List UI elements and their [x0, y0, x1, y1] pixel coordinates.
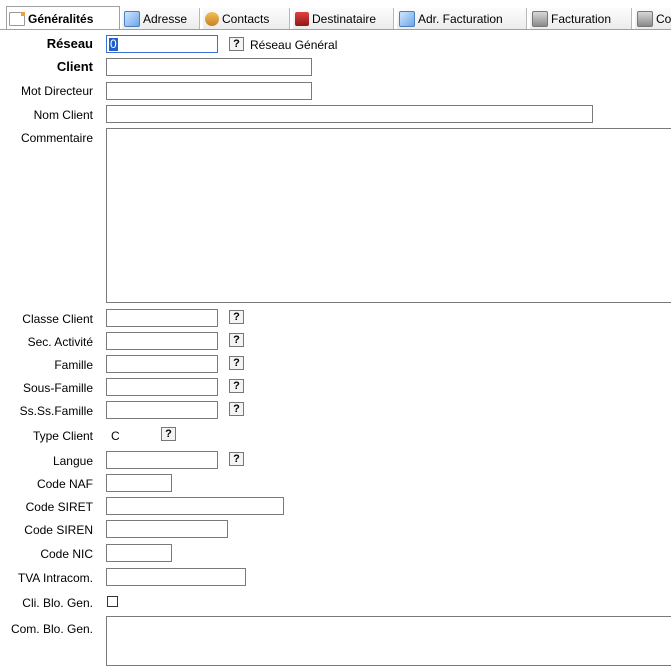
envelope-icon [124, 10, 140, 27]
client-label: Client [56, 59, 93, 74]
client-input[interactable] [106, 58, 312, 76]
envelope-icon [399, 10, 415, 27]
type-client-value: C [111, 429, 120, 443]
reseau-description: Réseau Général [250, 38, 338, 52]
tab-generalites[interactable]: Généralités [6, 6, 120, 30]
tva-intracom-label: TVA Intracom. [17, 571, 93, 585]
tab-destinataire[interactable]: Destinataire [293, 8, 394, 29]
commentaire-label: Commentaire [20, 131, 93, 145]
people-icon [205, 11, 219, 26]
calculator-icon [637, 10, 653, 27]
famille-input[interactable] [106, 355, 218, 373]
code-siret-label: Code SIRET [25, 500, 93, 514]
sec-activite-lookup-button[interactable]: ? [229, 333, 244, 347]
langue-label: Langue [52, 454, 93, 468]
tab-label: Généralités [28, 11, 94, 26]
nom-client-label: Nom Client [33, 108, 93, 122]
cli-blo-gen-label: Cli. Blo. Gen. [22, 596, 93, 610]
langue-lookup-button[interactable]: ? [229, 452, 244, 466]
famille-lookup-button[interactable]: ? [229, 356, 244, 370]
tva-intracom-input[interactable] [106, 568, 246, 586]
cli-blo-gen-checkbox[interactable] [107, 596, 118, 607]
code-siren-input[interactable] [106, 520, 228, 538]
sous-famille-lookup-button[interactable]: ? [229, 379, 244, 393]
reseau-label: Réseau [46, 36, 93, 51]
commentaire-textarea[interactable] [106, 128, 671, 303]
reseau-lookup-button[interactable]: ? [229, 37, 244, 51]
document-icon [9, 11, 25, 26]
classe-client-label: Classe Client [22, 312, 93, 326]
sous-famille-label: Sous-Famille [22, 381, 93, 395]
ss-ss-famille-input[interactable] [106, 401, 218, 419]
classe-client-input[interactable] [106, 309, 218, 327]
tab-co[interactable]: Co [635, 8, 671, 29]
code-naf-label: Code NAF [36, 477, 93, 491]
sous-famille-input[interactable] [106, 378, 218, 396]
ss-ss-famille-label: Ss.Ss.Famille [19, 404, 93, 418]
langue-input[interactable] [106, 451, 218, 469]
sec-activite-input[interactable] [106, 332, 218, 350]
reseau-input[interactable]: 0 [106, 35, 218, 53]
tab-label: Contacts [222, 11, 270, 26]
com-blo-gen-textarea[interactable] [106, 616, 671, 666]
tab-label: Destinataire [312, 11, 377, 26]
tab-label: Co [656, 11, 671, 26]
tab-facturation[interactable]: Facturation [530, 8, 632, 29]
code-naf-input[interactable] [106, 474, 172, 492]
tab-label: Adresse [143, 11, 188, 26]
code-siren-label: Code SIREN [24, 523, 93, 537]
tab-label: Adr. Facturation [418, 11, 503, 26]
famille-label: Famille [54, 358, 93, 372]
sec-activite-label: Sec. Activité [27, 335, 93, 349]
nom-client-input[interactable] [106, 105, 593, 123]
calculator-icon [532, 10, 548, 27]
tab-divider [0, 29, 671, 30]
book-icon [295, 11, 309, 26]
tab-bar: Généralités Adresse Contacts Destinatair… [0, 0, 671, 30]
code-siret-input[interactable] [106, 497, 284, 515]
type-client-lookup-button[interactable]: ? [161, 427, 176, 441]
ss-ss-famille-lookup-button[interactable]: ? [229, 402, 244, 416]
tab-adr-facturation[interactable]: Adr. Facturation [397, 8, 527, 29]
mot-directeur-input[interactable] [106, 82, 312, 100]
tab-contacts[interactable]: Contacts [203, 8, 290, 29]
tab-adresse[interactable]: Adresse [122, 8, 200, 29]
code-nic-input[interactable] [106, 544, 172, 562]
classe-client-lookup-button[interactable]: ? [229, 310, 244, 324]
com-blo-gen-label: Com. Blo. Gen. [10, 622, 93, 636]
tab-label: Facturation [551, 11, 612, 26]
type-client-label: Type Client [32, 429, 93, 443]
mot-directeur-label: Mot Directeur [20, 84, 93, 98]
code-nic-label: Code NIC [40, 547, 93, 561]
